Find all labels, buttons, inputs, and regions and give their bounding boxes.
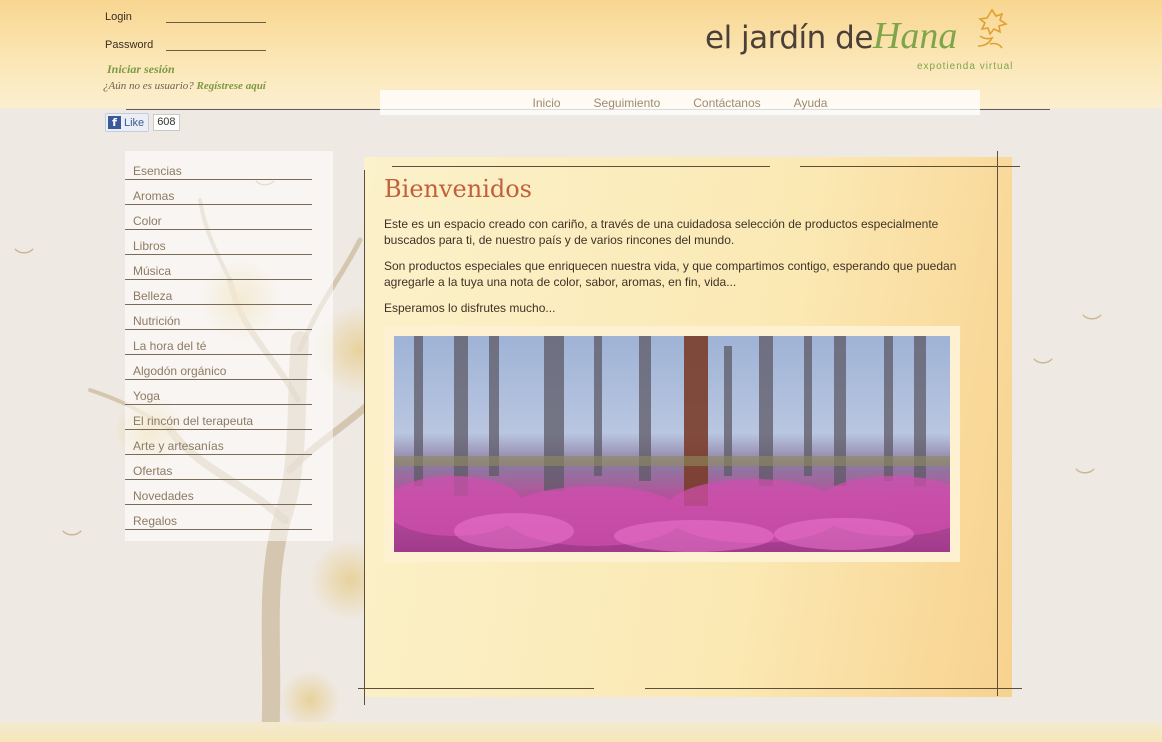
sidebar-item-color[interactable]: Color [125,206,312,230]
frame-line-right [997,151,998,696]
register-link[interactable]: Regístrese aquí [197,80,266,92]
login-label: Login [105,11,132,23]
sidebar-item-ofertas[interactable]: Ofertas [125,456,312,480]
nav-item-inicio[interactable]: Inicio [533,96,561,110]
facebook-icon: f [108,116,121,129]
signin-link[interactable]: Iniciar sesión [107,62,175,77]
frame-line-bottom [358,688,594,689]
bird-decoration-icon: ︶ [1033,356,1053,380]
bird-decoration-icon: ︶ [14,246,34,270]
login-field[interactable] [166,8,266,23]
facebook-like-count: 608 [153,114,180,131]
sidebar-item-aromas[interactable]: Aromas [125,181,312,205]
products-paragraph: Son productos especiales que enriquecen … [384,259,957,289]
nav-item-contactanos[interactable]: Contáctanos [693,96,760,110]
frame-line-top-right [800,166,1020,167]
facebook-like-widget: f Like 608 [105,113,180,132]
sidebar-item-rincon-terapeuta[interactable]: El rincón del terapeuta [125,406,312,430]
logo-script-text: Hana [872,15,958,57]
frame-line-top [392,166,770,167]
sidebar-item-belleza[interactable]: Belleza [125,281,312,305]
sidebar-item-libros[interactable]: Libros [125,231,312,255]
logo-main-text: el jardín de [705,20,873,56]
sidebar-item-esencias[interactable]: Esencias [125,156,312,180]
flower-logo-icon [977,8,1008,49]
page-title: Bienvenidos [384,175,532,203]
sidebar-item-hora-del-te[interactable]: La hora del té [125,331,312,355]
sidebar-item-musica[interactable]: Música [125,256,312,280]
intro-paragraph: Este es un espacio creado con cariño, a … [384,217,939,247]
logo-tagline: expotienda virtual [917,61,1014,72]
sidebar-item-yoga[interactable]: Yoga [125,381,312,405]
register-prompt: ¿Aún no es usuario? Regístrese aquí [103,80,266,92]
sidebar-item-algodon-organico[interactable]: Algodón orgánico [125,356,312,380]
category-sidebar: Esencias Aromas Color Libros Música Bell… [125,151,333,541]
closing-paragraph: Esperamos lo disfrutes mucho... [384,301,556,315]
facebook-like-label: Like [124,116,145,129]
frame-line-bottom-right [645,688,1022,689]
password-label: Password [105,39,154,51]
sidebar-item-nutricion[interactable]: Nutrición [125,306,312,330]
footer-band [0,722,1162,742]
nav-item-ayuda[interactable]: Ayuda [794,96,828,110]
password-field[interactable] [166,36,266,51]
nav-item-seguimiento[interactable]: Seguimiento [594,96,661,110]
main-nav: Inicio Seguimiento Contáctanos Ayuda [380,90,980,115]
bird-decoration-icon: ︶ [1075,466,1095,490]
forest-flowers-image [394,336,950,552]
bird-decoration-icon: ︶ [62,528,82,552]
sidebar-item-regalos[interactable]: Regalos [125,506,312,530]
register-prompt-text: ¿Aún no es usuario? [103,80,194,92]
facebook-like-button[interactable]: f Like [105,113,150,132]
bird-decoration-icon: ︶ [1082,312,1102,336]
sidebar-item-arte-artesanias[interactable]: Arte y artesanías [125,431,312,455]
sidebar-item-novedades[interactable]: Novedades [125,481,312,505]
frame-line-left [364,170,365,705]
site-logo[interactable]: el jardín deHana [705,14,957,58]
